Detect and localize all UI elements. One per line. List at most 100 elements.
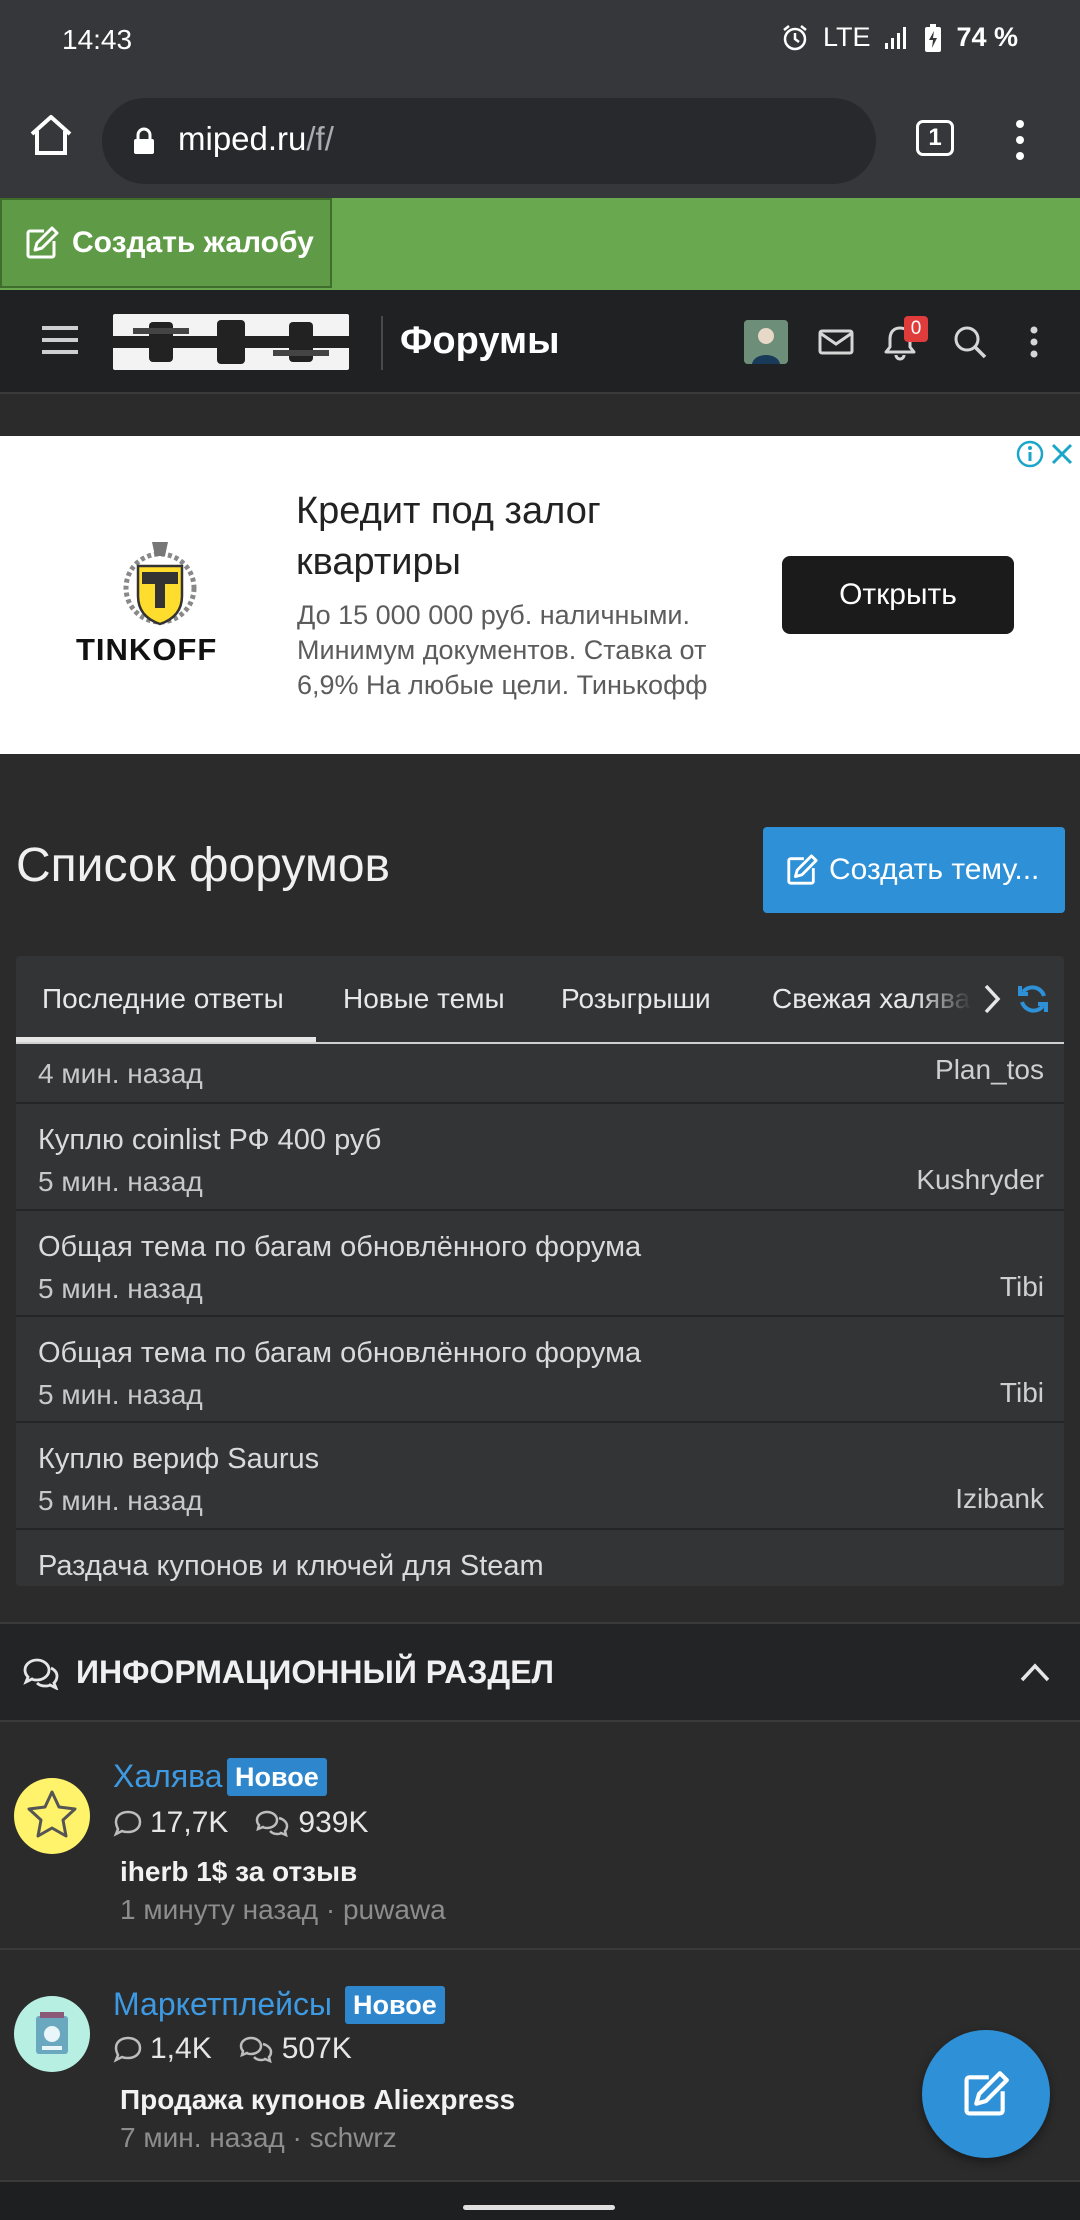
activity-tabs: Последние ответы Новые темы Розыгрыши Св… [16,956,1064,1044]
chevron-right-icon[interactable] [976,980,1006,1018]
spacer-band [0,394,1080,436]
list-item[interactable]: 4 мин. назад Plan_tos [16,1044,1064,1104]
threads-count: 17,7K [150,1806,229,1839]
section-header[interactable]: ИНФОРМАЦИОННЫЙ РАЗДЕЛ [0,1622,1080,1722]
ad-open-button[interactable]: Открыть [782,556,1014,634]
battery-charging-icon [925,23,942,52]
advertisement[interactable]: TINKOFF Кредит под залог квартиры До 15 … [0,436,1080,754]
item-user[interactable]: Tibi [1000,1271,1044,1303]
edit-icon [787,854,818,885]
item-user[interactable]: Kushryder [916,1164,1044,1196]
tab-latest-replies[interactable]: Последние ответы [16,956,316,1042]
status-icons: LTE 74 % [781,22,1018,53]
item-title[interactable]: Куплю coinlist РФ 400 руб [38,1124,381,1157]
tab-new-threads[interactable]: Новые темы [343,956,505,1042]
avatar-image [744,320,788,364]
item-title[interactable]: Куплю вериф Saurus [38,1443,319,1476]
chevron-up-icon[interactable] [1018,1660,1052,1684]
battery-level: 74 % [956,22,1018,52]
comments-icon [23,1658,59,1690]
star-icon [27,1790,77,1838]
complaint-bar: Создать жалобу [0,198,1080,290]
threads-count: 1,4K [150,2032,212,2065]
signal-icon [885,26,907,49]
user-avatar[interactable] [744,320,788,364]
messages-count: 507K [281,2032,352,2065]
url-path: /f/ [306,120,334,157]
alarm-icon [783,24,807,50]
tab-count: 1 [928,124,942,151]
mail-icon[interactable] [814,320,858,364]
list-item[interactable]: Общая тема по багам обновлённого форума … [16,1317,1064,1423]
new-badge: Новое [345,1986,445,2024]
messages-icon [239,2036,272,2064]
new-badge: Новое [227,1758,327,1796]
forum-name[interactable]: Маркетплейсы [113,1986,332,2023]
browser-toolbar: miped.ru/f/ 1 [0,82,1080,198]
messages-count: 939K [298,1806,369,1839]
notification-badge: 0 [904,316,928,342]
floating-compose-button[interactable] [922,2030,1050,2158]
lock-icon [134,127,154,154]
item-time: 5 мин. назад [38,1166,203,1197]
item-title[interactable]: Общая тема по багам обновлённого форума [38,1337,641,1370]
create-topic-button[interactable]: Создать тему... [763,827,1065,913]
list-item[interactable]: Куплю вериф Saurus 5 мин. назад Izibank [16,1423,1064,1530]
section-title: ИНФОРМАЦИОННЫЙ РАЗДЕЛ [76,1654,554,1690]
forum-avatar [14,1996,90,2072]
complaint-label: Создать жалобу [72,226,314,259]
forum-node-freebies[interactable]: Халява Новое 17,7K 939K iherb 1$ за отзы… [0,1722,1080,1950]
browser-menu-icon[interactable] [1008,118,1032,162]
tab-switcher-button[interactable]: 1 [916,120,954,156]
forum-avatar [14,1778,90,1854]
tinkoff-emblem-icon [123,542,197,626]
last-post-title[interactable]: Продажа купонов Aliexpress [120,2084,515,2116]
create-complaint-button[interactable]: Создать жалобу [0,198,332,288]
more-options-icon[interactable] [1014,320,1054,364]
item-time: 5 мин. назад [38,1379,203,1410]
forum-stats: 17,7K 939K [112,1806,368,1840]
forum-stats: 1,4K 507K [112,2032,352,2066]
system-nav-bar [0,2182,1080,2220]
item-user[interactable]: Izibank [955,1483,1044,1515]
home-icon[interactable] [26,110,76,160]
ad-description: До 15 000 000 руб. наличными. Минимум до… [297,600,708,700]
last-post-meta: 7 мин. назад · schwrz [120,2122,397,2153]
search-icon[interactable] [948,320,992,364]
item-title[interactable]: Общая тема по багам обновлённого форума [38,1231,641,1264]
ad-brand: TINKOFF [76,632,218,667]
messages-icon [256,1810,289,1838]
edit-icon [964,2071,1009,2116]
list-item[interactable]: Общая тема по багам обновлённого форума … [16,1211,1064,1317]
url-text: miped.ru/f/ [178,120,334,158]
tab-giveaways[interactable]: Розыгрыши [561,956,711,1042]
item-title[interactable]: Раздача купонов и ключей для Steam [38,1550,544,1583]
header-title[interactable]: Форумы [400,320,560,363]
item-user[interactable]: Plan_tos [935,1054,1044,1086]
forum-name[interactable]: Халява [113,1758,223,1795]
edit-icon [26,226,59,259]
create-topic-label: Создать тему... [829,853,1040,886]
status-time: 14:43 [62,24,133,55]
last-post-title[interactable]: iherb 1$ за отзыв [120,1856,357,1888]
item-time: 4 мин. назад [38,1058,203,1089]
hamburger-menu-icon[interactable] [42,324,78,356]
ad-title: Кредит под залог квартиры [296,490,601,583]
network-type: LTE [822,22,871,52]
header-divider [381,316,383,370]
ad-info-icon[interactable] [1016,440,1044,468]
list-item[interactable]: Раздача купонов и ключей для Steam [16,1530,1064,1586]
ad-close-icon[interactable] [1048,440,1076,468]
threads-icon [113,1810,142,1837]
list-item[interactable]: Куплю coinlist РФ 400 руб 5 мин. назад K… [16,1104,1064,1211]
store-icon [36,2012,68,2054]
page-title: Список форумов [16,839,391,892]
url-host: miped.ru [178,120,307,157]
address-bar[interactable]: miped.ru/f/ [102,98,876,184]
item-user[interactable]: Tibi [1000,1377,1044,1409]
refresh-icon[interactable] [1016,982,1050,1016]
home-gesture-handle[interactable] [463,2205,615,2210]
logo-graphic [113,320,349,364]
forum-node-marketplaces[interactable]: Маркетплейсы Новое 1,4K 507K Продажа куп… [0,1950,1080,2182]
site-logo[interactable] [113,314,349,370]
